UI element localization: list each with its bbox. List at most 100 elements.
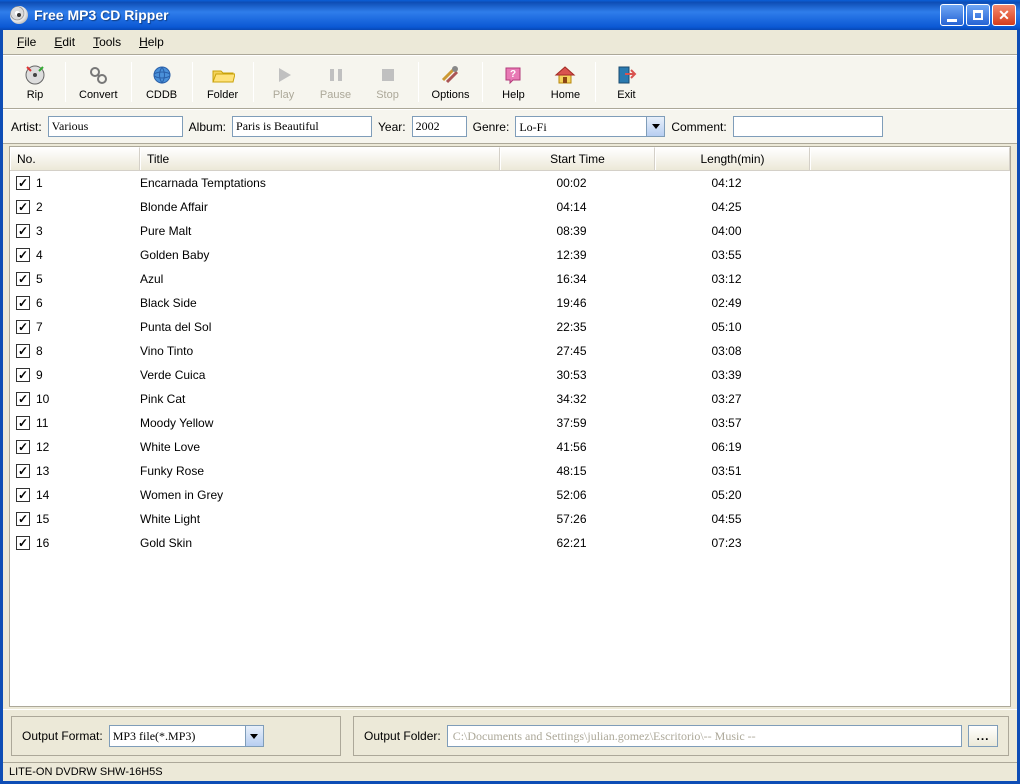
year-label: Year: <box>378 120 406 134</box>
track-length: 03:55 <box>649 248 804 262</box>
table-row[interactable]: 1Encarnada Temptations00:0204:12 <box>10 171 1010 195</box>
track-table: No. Title Start Time Length(min) 1Encarn… <box>9 146 1011 707</box>
track-tbody[interactable]: 1Encarnada Temptations00:0204:122Blonde … <box>10 171 1010 706</box>
browse-button[interactable]: ... <box>968 725 998 747</box>
track-checkbox[interactable] <box>16 320 30 334</box>
track-no: 6 <box>36 296 140 310</box>
table-row[interactable]: 6Black Side19:4602:49 <box>10 291 1010 315</box>
comment-input[interactable] <box>733 116 883 137</box>
track-length: 02:49 <box>649 296 804 310</box>
close-button[interactable]: ✕ <box>992 4 1016 26</box>
table-row[interactable]: 9Verde Cuica30:5303:39 <box>10 363 1010 387</box>
track-start: 27:45 <box>494 344 649 358</box>
col-no[interactable]: No. <box>10 147 140 170</box>
track-title: Verde Cuica <box>140 368 494 382</box>
menu-file[interactable]: File <box>9 33 44 51</box>
menubar: File Edit Tools Help <box>3 30 1017 55</box>
track-start: 16:34 <box>494 272 649 286</box>
track-checkbox[interactable] <box>16 392 30 406</box>
stop-button[interactable]: Stop <box>362 60 414 104</box>
home-label: Home <box>551 89 580 101</box>
cddb-button[interactable]: CDDB <box>136 60 188 104</box>
track-no: 3 <box>36 224 140 238</box>
track-checkbox[interactable] <box>16 488 30 502</box>
album-input[interactable] <box>232 116 372 137</box>
maximize-button[interactable] <box>966 4 990 26</box>
menu-edit[interactable]: Edit <box>46 33 83 51</box>
table-row[interactable]: 12White Love41:5606:19 <box>10 435 1010 459</box>
track-checkbox[interactable] <box>16 440 30 454</box>
track-checkbox[interactable] <box>16 368 30 382</box>
pause-button[interactable]: Pause <box>310 60 362 104</box>
status-bar: LITE-ON DVDRW SHW-16H5S <box>3 762 1017 781</box>
app-icon <box>10 6 28 24</box>
track-start: 41:56 <box>494 440 649 454</box>
table-row[interactable]: 3Pure Malt08:3904:00 <box>10 219 1010 243</box>
col-len[interactable]: Length(min) <box>655 147 810 170</box>
exit-label: Exit <box>617 89 635 101</box>
play-icon <box>272 63 296 87</box>
convert-button[interactable]: Convert <box>70 60 127 104</box>
folder-button[interactable]: Folder <box>197 60 249 104</box>
track-length: 03:08 <box>649 344 804 358</box>
track-checkbox[interactable] <box>16 200 30 214</box>
pause-label: Pause <box>320 89 351 101</box>
track-length: 05:20 <box>649 488 804 502</box>
play-button[interactable]: Play <box>258 60 310 104</box>
table-row[interactable]: 4Golden Baby12:3903:55 <box>10 243 1010 267</box>
output-folder-input[interactable] <box>447 725 962 747</box>
track-title: Vino Tinto <box>140 344 494 358</box>
track-checkbox[interactable] <box>16 536 30 550</box>
help-button[interactable]: ? Help <box>487 60 539 104</box>
options-button[interactable]: Options <box>423 60 479 104</box>
track-checkbox[interactable] <box>16 344 30 358</box>
pause-icon <box>324 63 348 87</box>
track-checkbox[interactable] <box>16 512 30 526</box>
col-title[interactable]: Title <box>140 147 500 170</box>
track-checkbox[interactable] <box>16 464 30 478</box>
minimize-button[interactable] <box>940 4 964 26</box>
toolbar: Rip Convert CDDB Folder Play Pause Stop <box>3 55 1017 109</box>
track-length: 03:27 <box>649 392 804 406</box>
col-start[interactable]: Start Time <box>500 147 655 170</box>
track-checkbox[interactable] <box>16 416 30 430</box>
table-row[interactable]: 14Women in Grey52:0605:20 <box>10 483 1010 507</box>
track-start: 37:59 <box>494 416 649 430</box>
cddb-label: CDDB <box>146 89 177 101</box>
output-format-select[interactable]: MP3 file(*.MP3) <box>109 725 264 747</box>
table-row[interactable]: 15White Light57:2604:55 <box>10 507 1010 531</box>
table-row[interactable]: 7Punta del Sol22:3505:10 <box>10 315 1010 339</box>
track-title: Pink Cat <box>140 392 494 406</box>
track-title: Moody Yellow <box>140 416 494 430</box>
table-row[interactable]: 13Funky Rose48:1503:51 <box>10 459 1010 483</box>
rip-button[interactable]: Rip <box>9 60 61 104</box>
track-start: 04:14 <box>494 200 649 214</box>
genre-select[interactable]: Lo-Fi <box>515 116 665 137</box>
track-no: 4 <box>36 248 140 262</box>
track-no: 5 <box>36 272 140 286</box>
output-format-label: Output Format: <box>22 729 103 743</box>
table-row[interactable]: 5Azul16:3403:12 <box>10 267 1010 291</box>
year-input[interactable] <box>412 116 467 137</box>
table-row[interactable]: 2Blonde Affair04:1404:25 <box>10 195 1010 219</box>
table-row[interactable]: 16Gold Skin62:2107:23 <box>10 531 1010 555</box>
track-checkbox[interactable] <box>16 272 30 286</box>
track-no: 7 <box>36 320 140 334</box>
table-row[interactable]: 10Pink Cat34:3203:27 <box>10 387 1010 411</box>
track-checkbox[interactable] <box>16 176 30 190</box>
menu-help[interactable]: Help <box>131 33 172 51</box>
album-label: Album: <box>189 120 226 134</box>
menu-tools[interactable]: Tools <box>85 33 129 51</box>
exit-button[interactable]: Exit <box>600 60 652 104</box>
table-row[interactable]: 8Vino Tinto27:4503:08 <box>10 339 1010 363</box>
track-checkbox[interactable] <box>16 248 30 262</box>
artist-input[interactable] <box>48 116 183 137</box>
titlebar[interactable]: Free MP3 CD Ripper ✕ <box>0 0 1020 30</box>
track-no: 11 <box>36 416 140 430</box>
track-checkbox[interactable] <box>16 296 30 310</box>
stop-label: Stop <box>376 89 399 101</box>
track-checkbox[interactable] <box>16 224 30 238</box>
output-bar: Output Format: MP3 file(*.MP3) Output Fo… <box>3 709 1017 762</box>
home-button[interactable]: Home <box>539 60 591 104</box>
table-row[interactable]: 11Moody Yellow37:5903:57 <box>10 411 1010 435</box>
